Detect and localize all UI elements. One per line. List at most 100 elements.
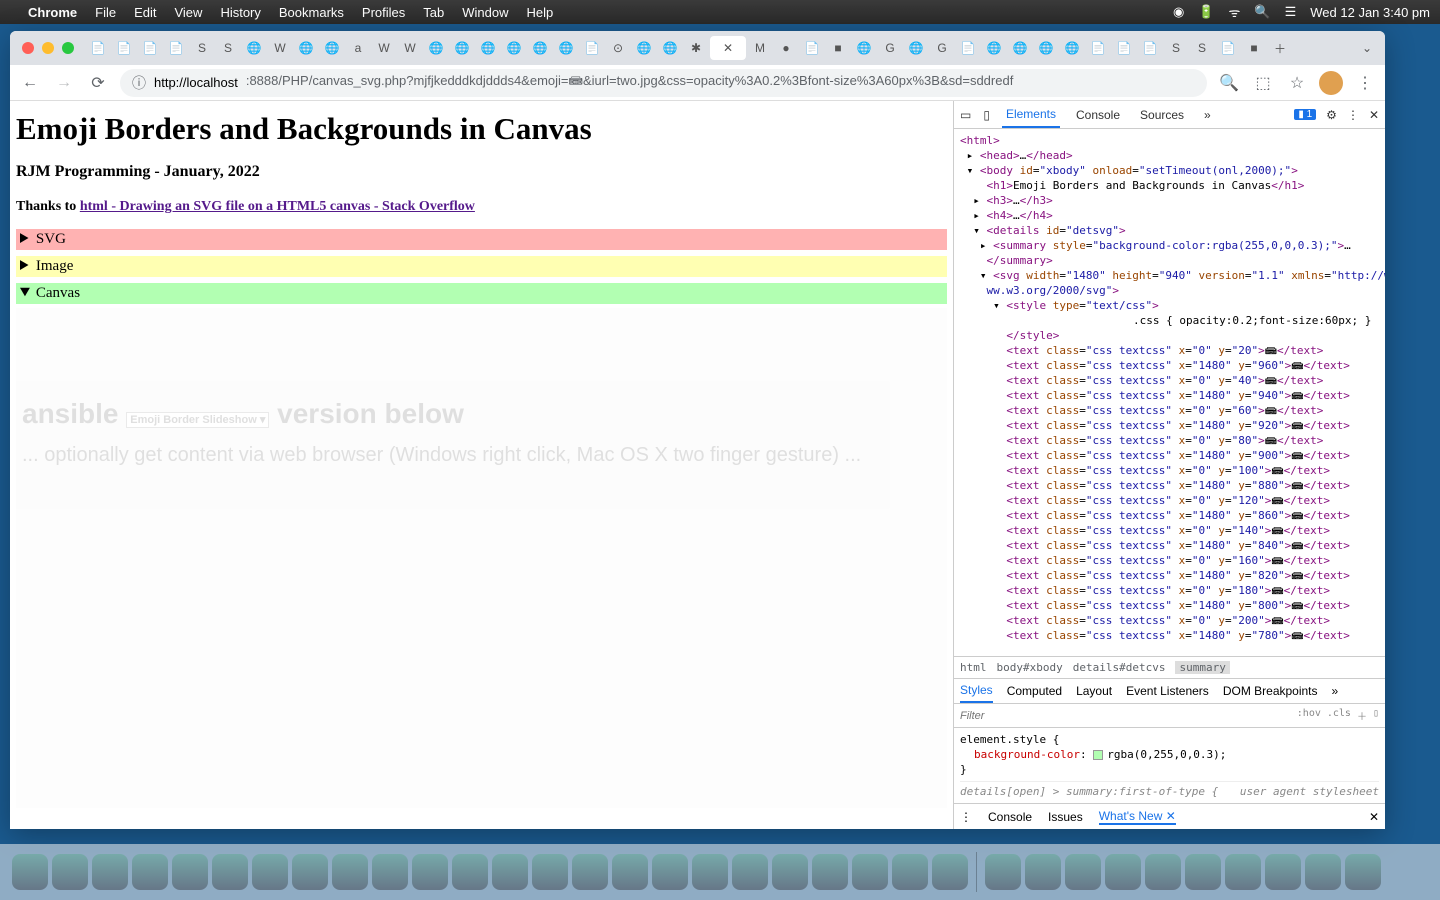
dock-app-icon[interactable] — [692, 854, 728, 890]
zoom-window-button[interactable] — [62, 42, 74, 54]
browser-tab[interactable]: 🌐 — [424, 36, 448, 60]
settings-gear-icon[interactable]: ⚙ — [1326, 108, 1337, 122]
thanks-link[interactable]: html - Drawing an SVG file on a HTML5 ca… — [80, 199, 475, 214]
browser-tab[interactable]: 🌐 — [294, 36, 318, 60]
browser-tab[interactable]: 🌐 — [658, 36, 682, 60]
browser-tab[interactable]: S — [190, 36, 214, 60]
dock-app-icon[interactable] — [1265, 854, 1301, 890]
browser-tab-active[interactable]: ✕ — [710, 36, 746, 60]
menu-profiles[interactable]: Profiles — [362, 5, 405, 20]
breadcrumb-item[interactable]: html — [960, 661, 987, 674]
browser-tab[interactable]: 🌐 — [982, 36, 1006, 60]
close-window-button[interactable] — [22, 42, 34, 54]
screen-record-icon[interactable]: ◉ — [1173, 4, 1184, 20]
app-name[interactable]: Chrome — [28, 5, 77, 20]
menu-bookmarks[interactable]: Bookmarks — [279, 5, 344, 20]
dock-app-icon[interactable] — [452, 854, 488, 890]
browser-tab[interactable]: 📄 — [164, 36, 188, 60]
drawer-console[interactable]: Console — [988, 810, 1032, 824]
browser-tab[interactable]: W — [398, 36, 422, 60]
dock-app-icon[interactable] — [852, 854, 888, 890]
dock-app-icon[interactable] — [1065, 854, 1101, 890]
browser-tab[interactable]: S — [216, 36, 240, 60]
dock-app-icon[interactable] — [532, 854, 568, 890]
new-tab-button[interactable]: ＋ — [1268, 36, 1292, 60]
browser-tab[interactable]: 🌐 — [476, 36, 500, 60]
device-icon[interactable]: ▯ — [983, 108, 990, 122]
drawer-whatsnew[interactable]: What's New ✕ — [1099, 809, 1176, 825]
browser-tab[interactable]: 📄 — [138, 36, 162, 60]
dock-app-icon[interactable] — [12, 854, 48, 890]
browser-tab[interactable]: 🌐 — [904, 36, 928, 60]
summary-canvas[interactable]: Canvas — [16, 283, 947, 304]
dock-app-icon[interactable] — [1145, 854, 1181, 890]
bookmark-star-icon[interactable]: ☆ — [1285, 71, 1309, 95]
breadcrumb-item[interactable]: details#detcvs — [1073, 661, 1166, 674]
tab-event-listeners[interactable]: Event Listeners — [1126, 684, 1209, 698]
dock-app-icon[interactable] — [1305, 854, 1341, 890]
tab-layout[interactable]: Layout — [1076, 684, 1112, 698]
dock-app-icon[interactable] — [132, 854, 168, 890]
macos-dock[interactable] — [0, 844, 1440, 900]
styles-sidebar-toggle[interactable]: ▯ — [1373, 708, 1379, 723]
dock-app-icon[interactable] — [92, 854, 128, 890]
menu-window[interactable]: Window — [462, 5, 508, 20]
browser-tab[interactable]: 🌐 — [1008, 36, 1032, 60]
browser-tab[interactable]: 📄 — [86, 36, 110, 60]
drawer-close-icon[interactable]: ✕ — [1369, 810, 1379, 824]
tab-dom-breakpoints[interactable]: DOM Breakpoints — [1223, 684, 1318, 698]
dock-app-icon[interactable] — [252, 854, 288, 890]
menu-tab[interactable]: Tab — [423, 5, 444, 20]
browser-tab[interactable]: ✱ — [684, 36, 708, 60]
back-button[interactable]: ← — [18, 71, 42, 95]
dock-app-icon[interactable] — [212, 854, 248, 890]
styles-pane[interactable]: element.style { background-color: rgba(0… — [954, 728, 1385, 803]
dock-app-icon[interactable] — [1225, 854, 1261, 890]
devtools-close-icon[interactable]: ✕ — [1369, 108, 1379, 122]
dock-app-icon[interactable] — [732, 854, 768, 890]
drawer-menu-icon[interactable]: ⋮ — [960, 810, 972, 824]
browser-tab[interactable]: G — [878, 36, 902, 60]
browser-tab[interactable]: M — [748, 36, 772, 60]
browser-tab[interactable]: 📄 — [1112, 36, 1136, 60]
browser-tab[interactable]: ■ — [826, 36, 850, 60]
browser-tab[interactable]: 🌐 — [632, 36, 656, 60]
browser-tab[interactable]: W — [372, 36, 396, 60]
dock-app-icon[interactable] — [1025, 854, 1061, 890]
details-image[interactable]: Image — [16, 256, 947, 277]
battery-icon[interactable]: 🔋 — [1198, 4, 1214, 20]
control-center-icon[interactable]: ☰ — [1285, 4, 1297, 20]
browser-tab[interactable]: W — [268, 36, 292, 60]
summary-svg[interactable]: SVG — [16, 229, 947, 250]
dock-app-icon[interactable] — [52, 854, 88, 890]
dock-app-icon[interactable] — [492, 854, 528, 890]
zoom-icon[interactable]: 🔍 — [1217, 71, 1241, 95]
browser-tab[interactable]: 🌐 — [450, 36, 474, 60]
menu-edit[interactable]: Edit — [134, 5, 156, 20]
tab-computed[interactable]: Computed — [1007, 684, 1062, 698]
browser-tab[interactable]: 📄 — [1216, 36, 1240, 60]
summary-image[interactable]: Image — [16, 256, 947, 277]
browser-tab[interactable]: ⊙ — [606, 36, 630, 60]
dock-app-icon[interactable] — [412, 854, 448, 890]
browser-tab[interactable]: 🌐 — [320, 36, 344, 60]
browser-tab[interactable]: 📄 — [580, 36, 604, 60]
styles-more-icon[interactable]: » — [1332, 684, 1339, 698]
menu-help[interactable]: Help — [527, 5, 554, 20]
styles-filter-input[interactable] — [960, 710, 1289, 722]
minimize-window-button[interactable] — [42, 42, 54, 54]
menu-file[interactable]: File — [95, 5, 116, 20]
menu-view[interactable]: View — [174, 5, 202, 20]
browser-tab[interactable]: 📄 — [1138, 36, 1162, 60]
dock-app-icon[interactable] — [1185, 854, 1221, 890]
dock-app-icon[interactable] — [332, 854, 368, 890]
tab-elements[interactable]: Elements — [1002, 101, 1060, 128]
browser-tab[interactable]: ● — [774, 36, 798, 60]
dock-app-icon[interactable] — [985, 854, 1021, 890]
elements-breadcrumb[interactable]: html body#xbody details#detcvs summary — [954, 656, 1385, 678]
browser-tab[interactable]: S — [1164, 36, 1188, 60]
tab-more[interactable]: » — [1200, 101, 1215, 128]
dock-app-icon[interactable] — [652, 854, 688, 890]
browser-tab[interactable]: 🌐 — [528, 36, 552, 60]
chrome-menu-icon[interactable]: ⋮ — [1353, 71, 1377, 95]
